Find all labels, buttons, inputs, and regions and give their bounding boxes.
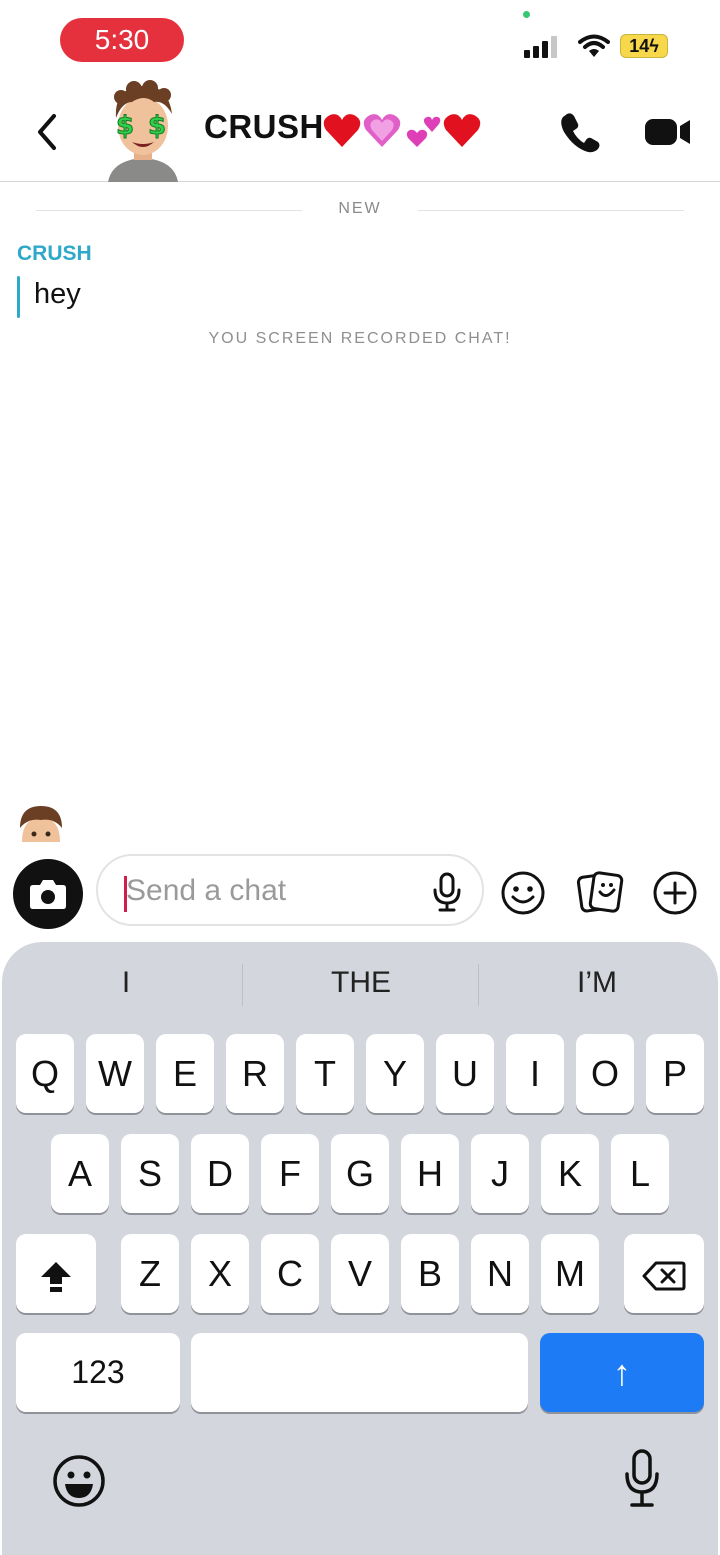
key-m[interactable]: M bbox=[541, 1234, 599, 1313]
camera-in-use-indicator bbox=[523, 11, 530, 18]
avatar[interactable]: $ $ bbox=[104, 80, 182, 182]
signal-icon bbox=[524, 34, 564, 58]
mic-icon[interactable] bbox=[430, 872, 464, 912]
suggestion-bar: I THE I’M bbox=[2, 942, 718, 1028]
key-o[interactable]: O bbox=[576, 1034, 634, 1113]
shift-icon bbox=[41, 1262, 71, 1293]
new-label: NEW bbox=[338, 200, 382, 217]
suggestion-2[interactable]: THE bbox=[246, 966, 476, 1000]
key-e[interactable]: E bbox=[156, 1034, 214, 1113]
key-u[interactable]: U bbox=[436, 1034, 494, 1113]
key-a[interactable]: A bbox=[51, 1134, 109, 1213]
dictation-mic-icon[interactable] bbox=[622, 1448, 662, 1510]
camera-button[interactable] bbox=[13, 859, 83, 929]
send-key[interactable]: ↑ bbox=[540, 1333, 704, 1412]
shift-key[interactable] bbox=[16, 1234, 96, 1313]
chat-composer: Send a chat bbox=[0, 840, 720, 940]
backspace-key[interactable] bbox=[624, 1234, 704, 1313]
space-key[interactable] bbox=[191, 1333, 528, 1412]
key-w[interactable]: W bbox=[86, 1034, 144, 1113]
keyboard: I THE I’M Q W E R T Y U I O P A S D F G … bbox=[2, 942, 718, 1555]
numbers-key[interactable]: 123 bbox=[16, 1333, 180, 1412]
key-g[interactable]: G bbox=[331, 1134, 389, 1213]
key-r[interactable]: R bbox=[226, 1034, 284, 1113]
sticker-icon[interactable] bbox=[576, 870, 624, 916]
key-n[interactable]: N bbox=[471, 1234, 529, 1313]
key-h[interactable]: H bbox=[401, 1134, 459, 1213]
key-t[interactable]: T bbox=[296, 1034, 354, 1113]
video-call-icon[interactable] bbox=[644, 116, 692, 148]
key-j[interactable]: J bbox=[471, 1134, 529, 1213]
chat-title[interactable]: CRUSH bbox=[204, 108, 324, 146]
svg-text:$: $ bbox=[148, 111, 166, 141]
battery-level: 14 bbox=[629, 36, 650, 56]
key-c[interactable]: C bbox=[261, 1234, 319, 1313]
suggestion-1[interactable]: I bbox=[11, 966, 241, 1000]
key-s[interactable]: S bbox=[121, 1134, 179, 1213]
title-hearts bbox=[323, 114, 481, 147]
message-sender: CRUSH bbox=[17, 242, 92, 265]
key-b[interactable]: B bbox=[401, 1234, 459, 1313]
camera-icon bbox=[30, 880, 66, 909]
key-f[interactable]: F bbox=[261, 1134, 319, 1213]
charging-bolt-icon: ϟ bbox=[649, 36, 659, 56]
key-v[interactable]: V bbox=[331, 1234, 389, 1313]
screen-record-notice: YOU SCREEN RECORDED CHAT! bbox=[208, 330, 512, 347]
plus-icon[interactable] bbox=[652, 870, 698, 916]
status-time: 5:30 bbox=[60, 18, 184, 62]
emoji-icon[interactable] bbox=[500, 870, 546, 916]
chat-header: $ $ CRUSH bbox=[0, 80, 720, 182]
message-text[interactable]: hey bbox=[34, 278, 81, 311]
divider-line bbox=[418, 210, 684, 211]
call-icon[interactable] bbox=[558, 110, 602, 154]
key-k[interactable]: K bbox=[541, 1134, 599, 1213]
message-accent-bar bbox=[17, 276, 20, 318]
chat-input[interactable]: Send a chat bbox=[96, 854, 484, 926]
back-icon[interactable] bbox=[30, 112, 64, 152]
keyboard-emoji-icon[interactable] bbox=[52, 1454, 106, 1508]
key-x[interactable]: X bbox=[191, 1234, 249, 1313]
key-z[interactable]: Z bbox=[121, 1234, 179, 1313]
chat-input-placeholder: Send a chat bbox=[126, 874, 287, 907]
battery-icon: 14ϟ bbox=[620, 34, 668, 58]
backspace-icon bbox=[642, 1261, 686, 1291]
suggestion-separator bbox=[242, 964, 243, 1006]
key-q[interactable]: Q bbox=[16, 1034, 74, 1113]
typing-avatar bbox=[20, 806, 62, 842]
key-i[interactable]: I bbox=[506, 1034, 564, 1113]
svg-text:$: $ bbox=[116, 111, 134, 141]
key-y[interactable]: Y bbox=[366, 1034, 424, 1113]
key-p[interactable]: P bbox=[646, 1034, 704, 1113]
key-d[interactable]: D bbox=[191, 1134, 249, 1213]
new-messages-divider: NEW bbox=[36, 196, 684, 224]
suggestion-3[interactable]: I’M bbox=[482, 966, 712, 1000]
suggestion-separator bbox=[478, 964, 479, 1006]
wifi-icon bbox=[578, 34, 610, 57]
status-bar: 5:30 14ϟ bbox=[0, 0, 720, 80]
key-l[interactable]: L bbox=[611, 1134, 669, 1213]
